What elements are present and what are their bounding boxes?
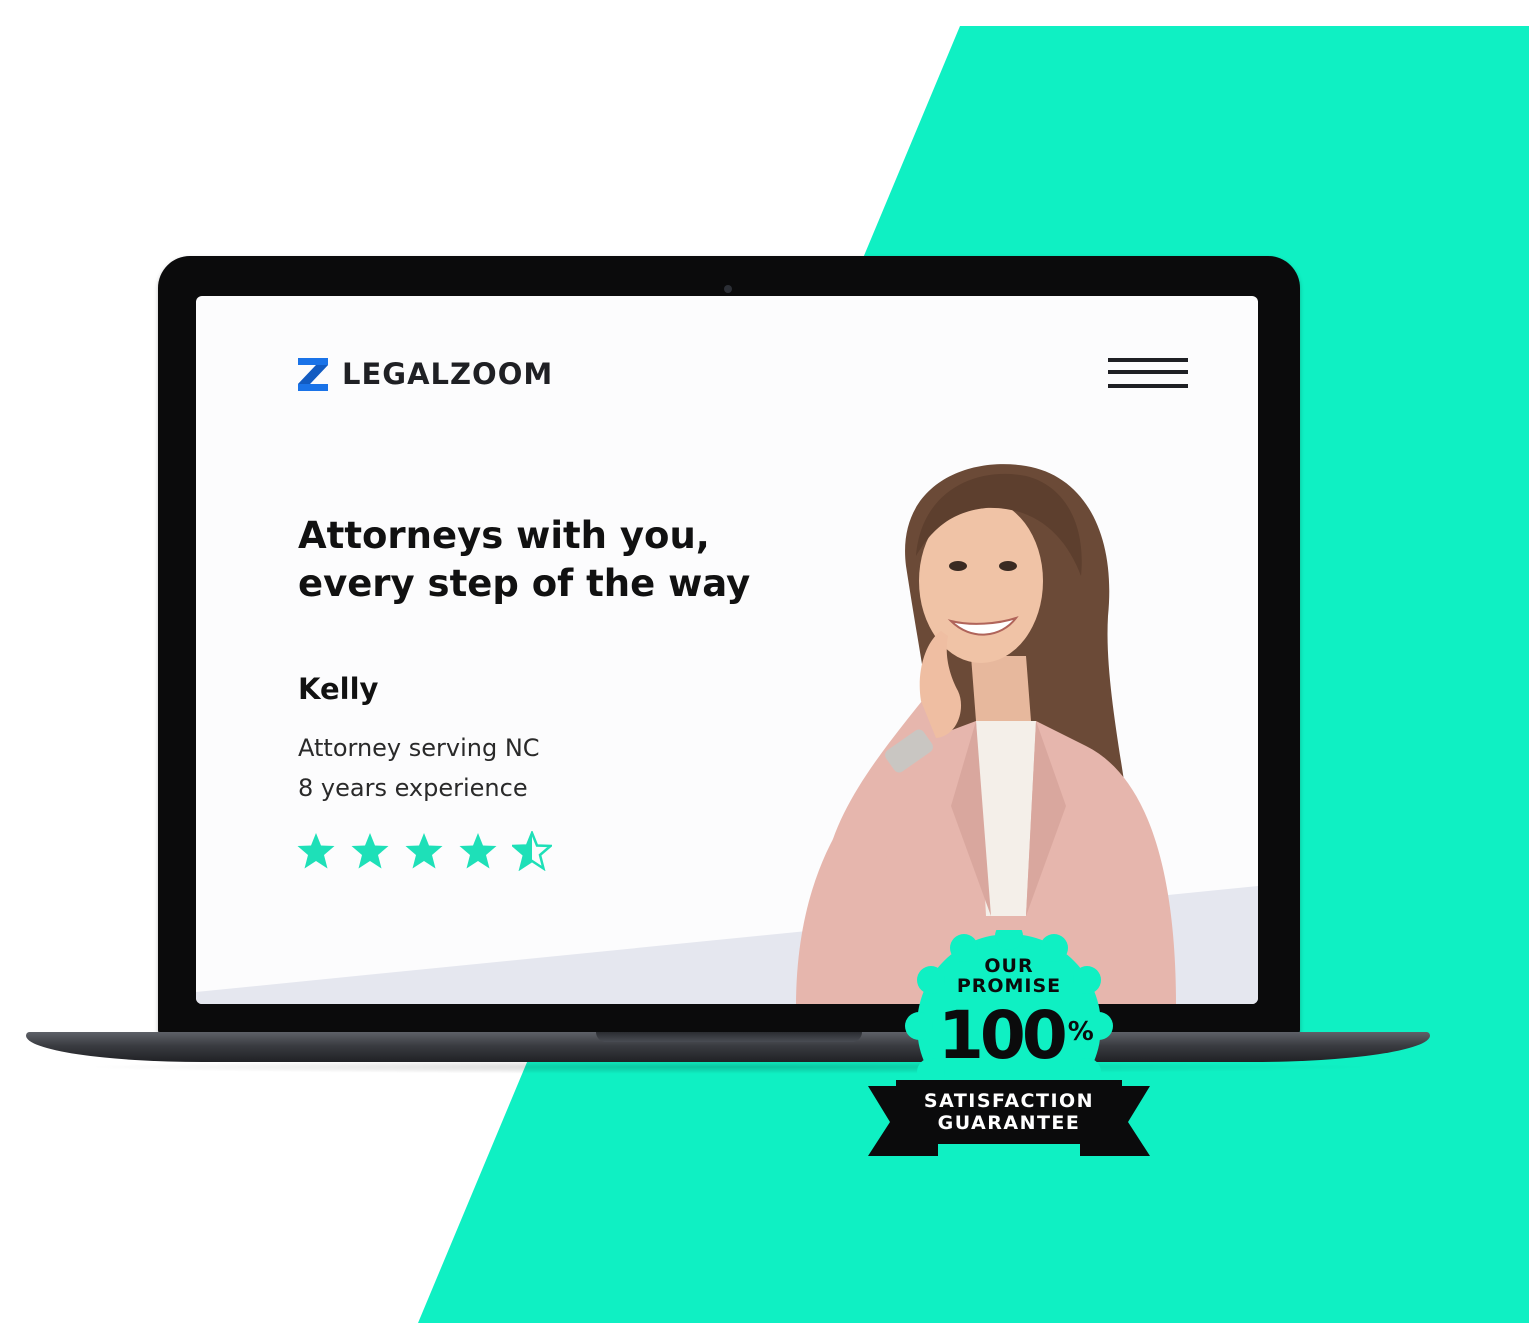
attorney-role: Attorney serving NC [298, 734, 540, 762]
badge-percent: 100% [938, 992, 1118, 1076]
legalzoom-z-logo-icon [298, 358, 328, 391]
badge-ribbon-line-1: SATISFACTION [923, 1090, 1095, 1112]
badge-our-text: OUR [984, 955, 1034, 977]
badge-percent-value: 100 [938, 997, 1068, 1074]
webcam-dot [724, 285, 732, 293]
hero-headline: Attorneys with you, every step of the wa… [298, 512, 750, 608]
star-icon [351, 833, 389, 869]
star-rating [296, 831, 552, 871]
badge-percent-sign: % [1067, 1017, 1094, 1047]
satisfaction-guarantee-badge: OUR PROMISE 100% SATISFACTION GUARANTEE [868, 930, 1150, 1162]
laptop-shadow [80, 1060, 1380, 1074]
star-icon [405, 833, 443, 869]
legalzoom-logo[interactable]: LEGALZOOM [296, 356, 553, 392]
badge-ribbon-line-2: GUARANTEE [937, 1112, 1081, 1134]
star-icon [297, 833, 335, 869]
headline-line-1: Attorneys with you, [298, 514, 710, 557]
star-icon [459, 833, 497, 869]
laptop-screen: LEGALZOOM Attorneys with you, every step… [196, 296, 1258, 1004]
headline-line-2: every step of the way [298, 562, 751, 605]
attorney-name: Kelly [298, 672, 379, 706]
attorney-experience: 8 years experience [298, 774, 528, 802]
promo-graphic: LEGALZOOM Attorneys with you, every step… [0, 0, 1529, 1323]
logo-wordmark: LEGALZOOM [342, 357, 554, 391]
attorney-photo [796, 464, 1176, 1004]
laptop-base-notch [596, 1032, 862, 1042]
half-star-icon [512, 831, 552, 871]
hamburger-menu-icon[interactable] [1106, 354, 1192, 394]
